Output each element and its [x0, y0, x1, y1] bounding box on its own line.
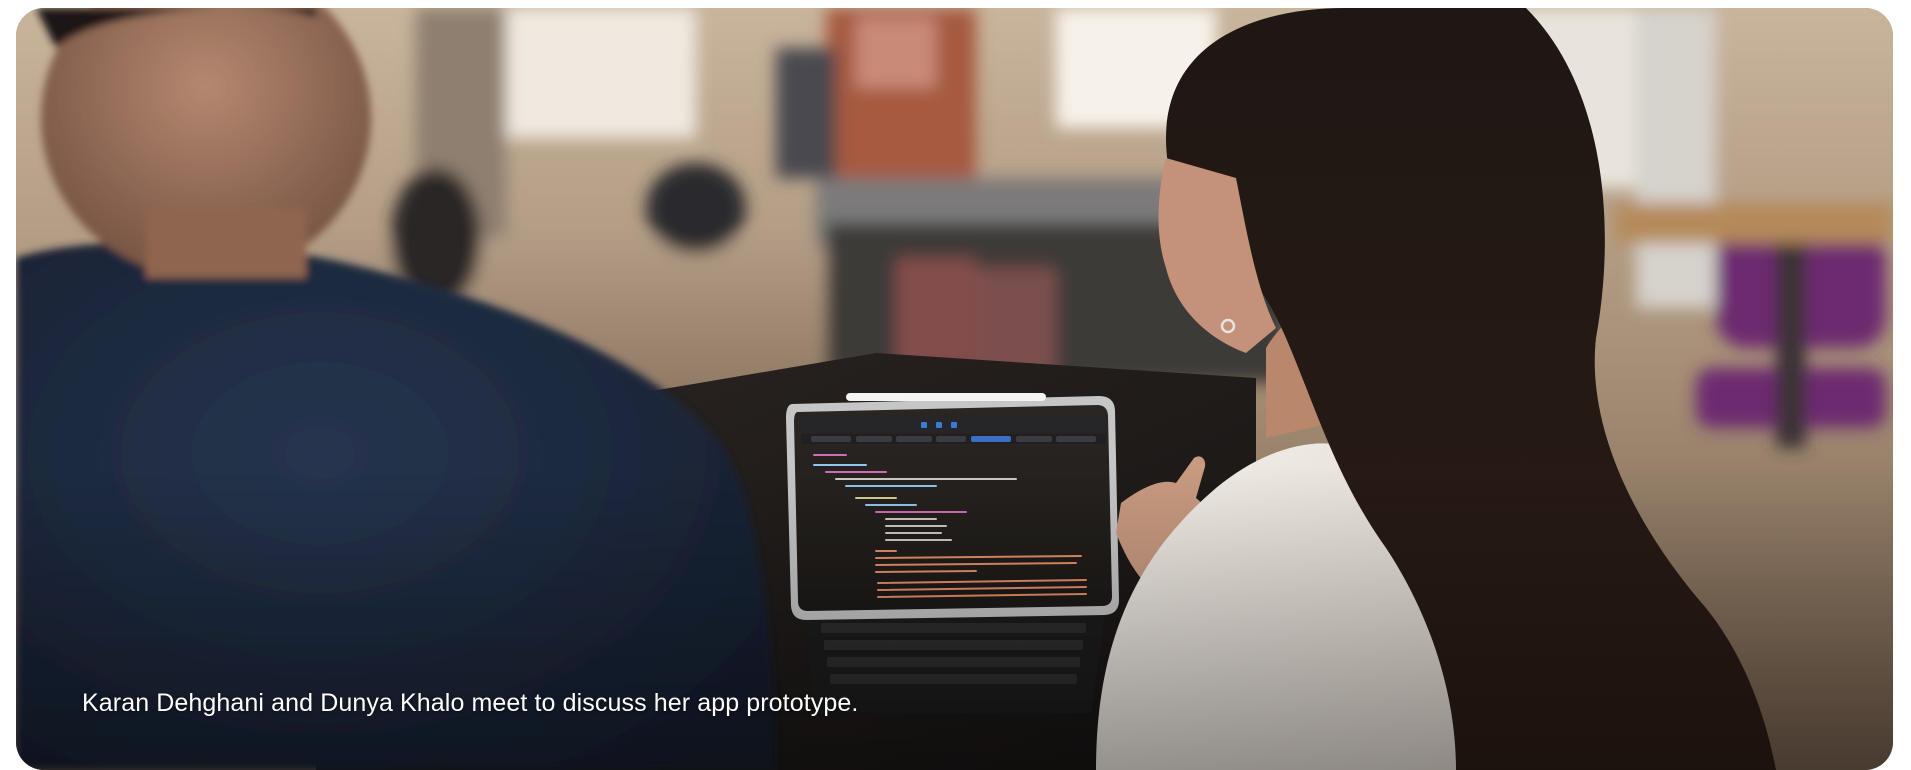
photo-card: Karan Dehghani and Dunya Khalo meet to d…: [16, 8, 1893, 770]
photo-caption: Karan Dehghani and Dunya Khalo meet to d…: [82, 689, 859, 717]
photo-scene: [16, 8, 1893, 770]
